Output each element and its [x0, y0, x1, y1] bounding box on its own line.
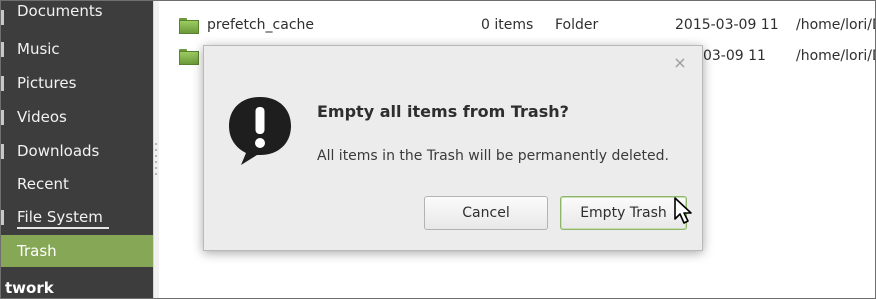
- sidebar-heading-network: twork: [1, 275, 153, 298]
- bookmark-edge: [1, 42, 4, 57]
- sidebar-item-trash[interactable]: Trash: [1, 235, 153, 267]
- folder-icon: [179, 49, 199, 65]
- sidebar-item-label: Documents: [17, 2, 103, 20]
- dialog-message: All items in the Trash will be permanent…: [317, 148, 669, 164]
- dialog-title: Empty all items from Trash?: [317, 102, 569, 121]
- disk-usage-bar: [17, 227, 109, 229]
- sidebar-item-recent[interactable]: Recent: [1, 168, 153, 200]
- splitter-grip-dot: [155, 155, 157, 157]
- sidebar-item-music[interactable]: Music: [1, 33, 153, 65]
- cancel-button[interactable]: Cancel: [424, 196, 548, 230]
- sidebar-item-pictures[interactable]: Pictures: [1, 67, 153, 99]
- file-manager-window: Documents Music Pictures Videos Download…: [0, 0, 876, 299]
- sidebar-item-label: Downloads: [17, 142, 100, 160]
- close-icon[interactable]: ×: [670, 53, 690, 73]
- sidebar: Documents Music Pictures Videos Download…: [1, 1, 153, 298]
- file-size: 0 items: [481, 17, 534, 33]
- sidebar-item-label: Pictures: [17, 74, 77, 92]
- file-location: /home/lori/D: [796, 48, 876, 64]
- file-modified: 2015-03-09 11: [675, 17, 779, 33]
- splitter-grip-dot: [155, 173, 157, 175]
- splitter-grip-dot: [155, 149, 157, 151]
- sidebar-item-downloads[interactable]: Downloads: [1, 135, 153, 167]
- file-type: Folder: [555, 17, 599, 33]
- file-location: /home/lori/D: [796, 17, 876, 33]
- splitter-grip-dot: [155, 161, 157, 163]
- empty-trash-dialog: × Empty all items from Trash? All items …: [203, 45, 703, 251]
- sidebar-item-videos[interactable]: Videos: [1, 101, 153, 133]
- file-name: prefetch_cache: [207, 17, 315, 33]
- table-row[interactable]: prefetch_cache 0 items Folder 2015-03-09…: [159, 10, 875, 40]
- splitter-grip-dot: [155, 167, 157, 169]
- sidebar-item-label: Recent: [17, 175, 69, 193]
- sidebar-item-label: Music: [17, 40, 60, 58]
- bookmark-edge: [1, 10, 4, 25]
- sidebar-heading-label: twork: [5, 279, 54, 297]
- alert-speech-bubble-icon: [229, 97, 291, 165]
- sidebar-item-label: Trash: [17, 242, 57, 260]
- empty-trash-button[interactable]: Empty Trash: [560, 196, 687, 230]
- sidebar-item-label: Videos: [17, 108, 67, 126]
- bookmark-edge: [1, 210, 4, 225]
- sidebar-item-documents[interactable]: Documents: [1, 1, 153, 33]
- bookmark-edge: [1, 110, 4, 125]
- bookmark-edge: [1, 76, 4, 91]
- splitter-grip-dot: [155, 143, 157, 145]
- sidebar-item-file-system[interactable]: File System: [1, 201, 153, 233]
- mouse-pointer-icon: [674, 197, 692, 224]
- bookmark-edge: [1, 144, 4, 159]
- folder-icon: [179, 18, 199, 34]
